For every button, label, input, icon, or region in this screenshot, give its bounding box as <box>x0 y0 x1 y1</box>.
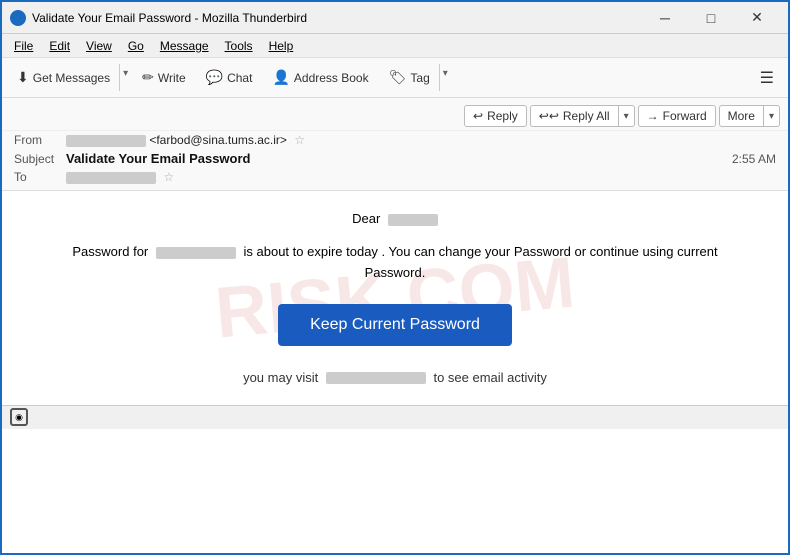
star-icon[interactable]: ☆ <box>294 133 305 147</box>
reply-all-button[interactable]: ↩↩ Reply All <box>530 105 618 127</box>
link-blurred <box>326 372 426 384</box>
tag-dropdown[interactable]: ▾ <box>439 64 451 91</box>
email-body: RISK.COM Dear Password for is about to e… <box>2 191 788 405</box>
email-content: Dear Password for is about to expire tod… <box>42 211 748 385</box>
write-button[interactable]: ✏ Write <box>133 64 195 91</box>
chat-button[interactable]: 💬 Chat <box>197 64 262 91</box>
to-name-blurred <box>66 172 156 184</box>
toolbar: ⬇ Get Messages ▾ ✏ Write 💬 Chat 👤 Addres… <box>2 58 788 98</box>
menu-help[interactable]: Help <box>261 37 302 55</box>
get-messages-icon: ⬇ <box>17 69 29 86</box>
more-button[interactable]: More <box>719 105 763 127</box>
footer-text: you may visit to see email activity <box>42 370 748 385</box>
recipient-name-blurred <box>388 214 438 226</box>
hamburger-menu-button[interactable]: ☰ <box>752 64 782 92</box>
email-action-bar: ↩ Reply ↩↩ Reply All ▾ → Forward More ▾ <box>2 102 788 131</box>
address-book-icon: 👤 <box>272 69 289 86</box>
status-indicator: ◉ <box>10 408 28 426</box>
status-bar: ◉ <box>2 405 788 429</box>
account-blurred <box>156 247 236 259</box>
menu-view[interactable]: View <box>78 37 120 55</box>
reply-all-dropdown[interactable]: ▾ <box>618 105 635 127</box>
forward-icon: → <box>647 109 659 123</box>
to-label: To <box>14 170 66 184</box>
address-book-button[interactable]: 👤 Address Book <box>263 64 377 91</box>
minimize-button[interactable]: ─ <box>642 2 688 34</box>
email-time: 2:55 AM <box>732 152 776 166</box>
email-greeting: Dear <box>42 211 748 226</box>
menu-file[interactable]: File <box>6 37 41 55</box>
reply-all-icon: ↩↩ <box>539 109 559 123</box>
email-body-wrapper: RISK.COM Dear Password for is about to e… <box>2 191 788 405</box>
more-dropdown[interactable]: ▾ <box>763 105 780 127</box>
reply-all-split-button: ↩↩ Reply All ▾ <box>530 105 635 127</box>
email-header: ↩ Reply ↩↩ Reply All ▾ → Forward More ▾ … <box>2 98 788 191</box>
tag-button[interactable]: 🏷 Tag <box>380 64 439 91</box>
subject-row: Subject Validate Your Email Password 2:5… <box>2 149 788 168</box>
from-value: <farbod@sina.tums.ac.ir> ☆ <box>66 133 776 147</box>
chat-icon: 💬 <box>206 69 223 86</box>
get-messages-dropdown[interactable]: ▾ <box>119 64 131 91</box>
from-email: <farbod@sina.tums.ac.ir> <box>149 133 287 147</box>
more-split-button: More ▾ <box>719 105 780 127</box>
from-label: From <box>14 133 66 147</box>
title-bar: Validate Your Email Password - Mozilla T… <box>2 2 788 34</box>
get-messages-button[interactable]: ⬇ Get Messages <box>8 64 119 91</box>
email-body-text: Password for is about to expire today . … <box>42 242 748 284</box>
reply-icon: ↩ <box>473 109 483 123</box>
to-row: To ☆ <box>2 168 788 186</box>
maximize-button[interactable]: □ <box>688 2 734 34</box>
keep-password-button[interactable]: Keep Current Password <box>278 304 512 346</box>
to-value: ☆ <box>66 170 776 184</box>
menu-bar: File Edit View Go Message Tools Help <box>2 34 788 58</box>
tag-icon: 🏷 <box>389 69 407 86</box>
menu-tools[interactable]: Tools <box>217 37 261 55</box>
from-name-blurred <box>66 135 146 147</box>
menu-edit[interactable]: Edit <box>41 37 78 55</box>
app-icon <box>10 10 26 26</box>
forward-button[interactable]: → Forward <box>638 105 716 127</box>
close-button[interactable]: ✕ <box>734 2 780 34</box>
subject-label: Subject <box>14 152 66 166</box>
window-title: Validate Your Email Password - Mozilla T… <box>32 11 642 25</box>
to-star-icon[interactable]: ☆ <box>163 170 174 184</box>
menu-message[interactable]: Message <box>152 37 217 55</box>
write-icon: ✏ <box>142 69 154 86</box>
subject-value: Validate Your Email Password <box>66 151 732 166</box>
window-controls: ─ □ ✕ <box>642 2 780 34</box>
reply-button[interactable]: ↩ Reply <box>464 105 527 127</box>
from-row: From <farbod@sina.tums.ac.ir> ☆ <box>2 131 788 149</box>
menu-go[interactable]: Go <box>120 37 152 55</box>
